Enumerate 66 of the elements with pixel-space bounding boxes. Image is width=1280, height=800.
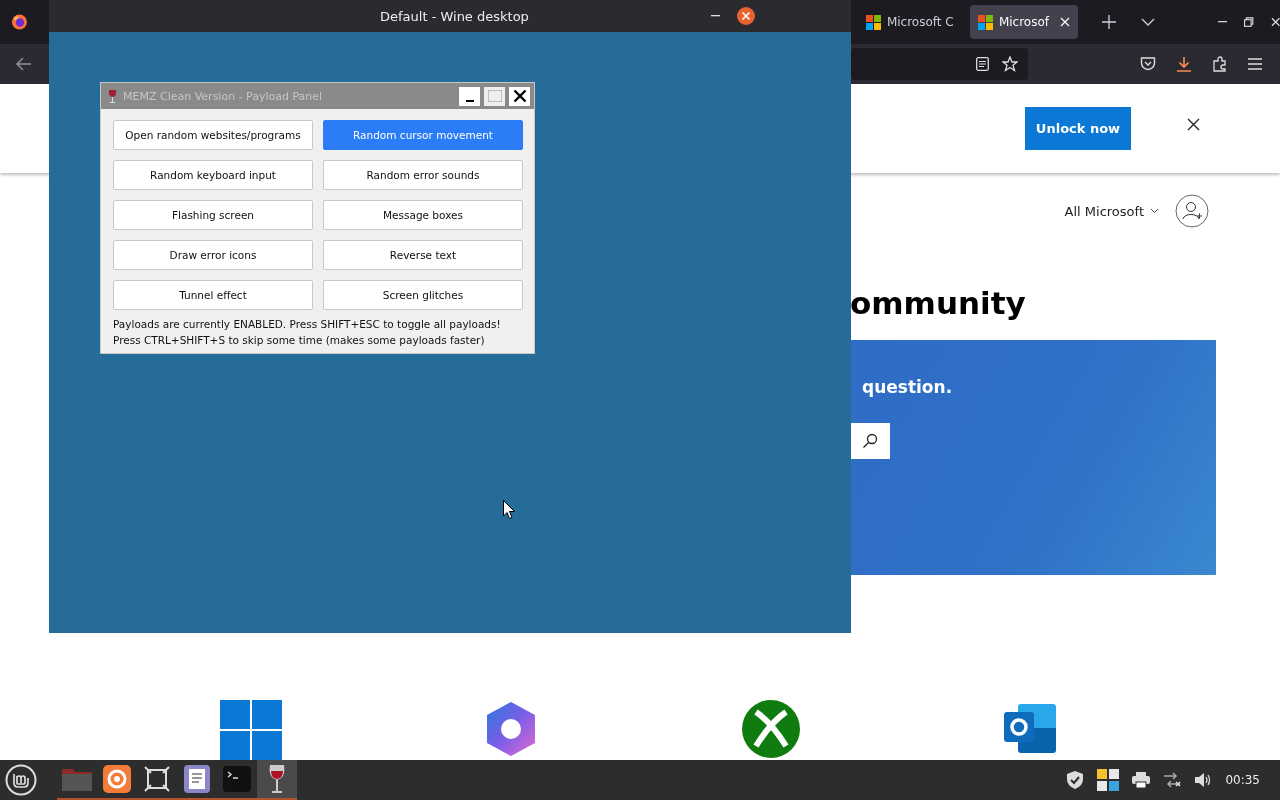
crossed-circle-icon[interactable] <box>742 700 800 758</box>
wine-glass-icon <box>268 764 286 794</box>
four-squares-icon <box>865 14 881 30</box>
maximize-icon <box>487 90 502 102</box>
wine-glass-icon <box>108 89 117 103</box>
reader-view-icon[interactable] <box>976 57 989 71</box>
plus-icon[interactable] <box>1101 15 1116 29</box>
chevron-down-icon[interactable] <box>1140 18 1155 26</box>
minimize-icon[interactable] <box>710 15 720 17</box>
user-avatar-icon[interactable] <box>1175 194 1209 228</box>
close-icon[interactable] <box>1187 118 1200 131</box>
close-button[interactable] <box>508 85 531 107</box>
back-arrow-icon[interactable] <box>16 57 32 71</box>
payload-button[interactable]: Random cursor movement <box>323 120 523 150</box>
close-icon <box>512 89 527 103</box>
unlock-button[interactable]: Unlock now <box>1025 107 1131 150</box>
tab-title: Microsof <box>998 15 1051 29</box>
volume-icon[interactable] <box>1194 772 1213 788</box>
browser-tab[interactable]: Microsof <box>969 5 1078 39</box>
payload-button[interactable]: Flashing screen <box>113 200 313 230</box>
search-button[interactable] <box>850 423 890 459</box>
frame-icon <box>143 765 171 793</box>
close-icon[interactable] <box>736 7 755 25</box>
clock: 00:35 <box>1225 773 1260 787</box>
tab-title: Microsoft C <box>886 15 955 29</box>
payload-button[interactable]: Tunnel effect <box>113 280 313 310</box>
window-title: MEMZ Clean Version - Payload Panel <box>123 89 323 103</box>
window-title: Default - Wine desktop <box>380 8 529 24</box>
puzzle-piece-icon[interactable] <box>1212 56 1228 72</box>
payload-button[interactable]: Message boxes <box>323 200 523 230</box>
payload-button[interactable]: Open random websites/programs <box>113 120 313 150</box>
maximize-icon[interactable] <box>1244 17 1254 27</box>
colored-squares-icon[interactable] <box>1097 769 1120 791</box>
all-microsoft-menu[interactable]: All Microsoft <box>1064 203 1159 219</box>
page-heading: ommunity <box>850 285 1027 321</box>
folder-icon <box>62 767 92 791</box>
hero-text: question. <box>862 377 953 397</box>
chevron-down-icon <box>1150 208 1159 214</box>
payload-button[interactable]: Reverse text <box>323 240 523 270</box>
firefox-icon[interactable] <box>11 13 28 31</box>
pocket-icon[interactable] <box>1140 56 1156 72</box>
status-text: Press CTRL+SHIFT+S to skip some time (makes some payloads faster) <box>113 333 486 348</box>
browser-tab[interactable]: Microsoft C <box>857 5 966 39</box>
four-panes-icon[interactable] <box>220 700 282 760</box>
status-text: Payloads are currently ENABLED. Press SHIFT+ESC to toggle all payloads! <box>113 317 502 332</box>
shield-check-icon[interactable] <box>1066 770 1085 790</box>
payload-button[interactable]: Random keyboard input <box>113 160 313 190</box>
minimize-icon[interactable] <box>1217 21 1228 23</box>
star-icon[interactable] <box>1002 56 1018 72</box>
minimize-icon <box>465 100 474 102</box>
network-disconnected-icon[interactable] <box>1163 772 1182 788</box>
payload-button[interactable]: Draw error icons <box>113 240 313 270</box>
search-icon <box>862 433 878 449</box>
browser-icon <box>103 765 131 793</box>
mouse-pointer-icon <box>503 500 515 519</box>
menu-logo-icon[interactable] <box>5 764 37 796</box>
terminal-icon <box>223 766 251 792</box>
payload-button[interactable]: Screen glitches <box>323 280 523 310</box>
address-bar[interactable] <box>851 48 1028 80</box>
menu-icon[interactable] <box>1248 58 1262 70</box>
text-editor-icon <box>184 765 210 793</box>
four-squares-icon <box>977 14 993 30</box>
payload-button[interactable]: Random error sounds <box>323 160 523 190</box>
download-icon[interactable] <box>1176 56 1192 72</box>
printer-icon[interactable] <box>1132 772 1151 788</box>
minimize-button[interactable] <box>458 85 481 107</box>
